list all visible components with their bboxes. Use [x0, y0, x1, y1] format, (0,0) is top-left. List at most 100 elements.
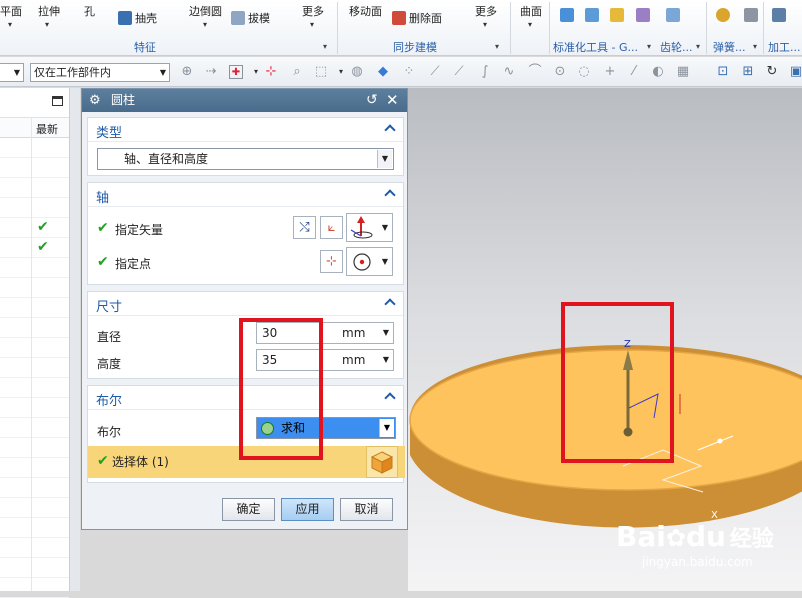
table-row[interactable] — [0, 338, 69, 358]
group-spring-dropdown[interactable]: ▾ — [753, 42, 757, 51]
table-row[interactable] — [0, 178, 69, 198]
arc-icon[interactable]: ⌒ — [528, 65, 542, 79]
pattern-icon[interactable]: ⁘ — [402, 65, 416, 79]
table-row[interactable] — [0, 578, 69, 598]
group-gear-dropdown[interactable]: ▾ — [696, 42, 700, 51]
vector-type-dropdown[interactable]: ▼ — [346, 213, 393, 242]
type-select[interactable]: 轴、直径和高度 ▼ — [97, 148, 394, 170]
hole-button[interactable]: 孔 — [84, 3, 95, 19]
selection-scope-combo-partial[interactable]: ▼ — [0, 63, 24, 82]
group-sync-dropdown[interactable]: ▾ — [495, 42, 499, 51]
slash-icon[interactable]: ⁄ — [627, 65, 641, 79]
face-select-icon[interactable]: ◍ — [350, 65, 364, 79]
table-row[interactable] — [0, 438, 69, 458]
datum-plane-dropdown[interactable]: ▾ — [8, 20, 12, 29]
more-sync-button[interactable]: 更多 — [475, 3, 497, 19]
point-type-dropdown[interactable]: ▼ — [346, 247, 393, 276]
circle-icon[interactable]: ⊙ — [553, 65, 567, 79]
spring-tool-icon[interactable] — [716, 8, 733, 22]
collapse-icon[interactable] — [385, 188, 395, 198]
table-row[interactable] — [0, 478, 69, 498]
table-row[interactable] — [0, 278, 69, 298]
reverse-direction-icon[interactable]: ⤭ — [293, 216, 316, 239]
group-feature-dropdown[interactable]: ▾ — [323, 42, 327, 51]
chevron-down-icon[interactable]: ▼ — [383, 323, 389, 343]
reset-icon[interactable]: ↺ — [366, 89, 378, 112]
gear-icon[interactable]: ⚙ — [89, 89, 101, 112]
extrude-dropdown[interactable]: ▾ — [45, 20, 49, 29]
more-sync-dropdown[interactable]: ▾ — [483, 20, 487, 29]
screenshot-icon[interactable]: ⊞ — [741, 65, 755, 79]
table-row[interactable] — [0, 518, 69, 538]
edge-blend-button[interactable]: 边倒圆 — [189, 3, 222, 19]
table-row[interactable] — [0, 378, 69, 398]
rectangle-select-icon[interactable]: ⬚ — [314, 65, 328, 79]
close-icon[interactable]: ✕ — [386, 89, 399, 112]
ok-button[interactable]: 确定 — [222, 498, 275, 521]
filter-icon[interactable]: ⇢ — [204, 65, 218, 79]
std-tool-icon-2[interactable] — [585, 8, 602, 22]
point-dialog-icon[interactable]: ⊹ — [320, 250, 343, 273]
section-axis-header[interactable]: 轴 — [88, 183, 403, 207]
circle2-icon[interactable]: ◌ — [577, 65, 591, 79]
table-row[interactable] — [0, 258, 69, 278]
plus-icon[interactable]: + — [603, 65, 617, 79]
table-row[interactable]: ✔ — [0, 218, 69, 238]
table-row[interactable] — [0, 358, 69, 378]
collapse-icon[interactable] — [385, 123, 395, 133]
navigator-splitter[interactable] — [70, 88, 80, 591]
spring-tool-icon-2[interactable] — [744, 8, 761, 22]
datum-plane-button[interactable]: 基准平面 — [0, 3, 22, 19]
table-row[interactable] — [0, 318, 69, 338]
pin-icon[interactable]: ⊹ — [264, 65, 278, 79]
gear-tool-icon[interactable] — [666, 8, 683, 22]
shell-button[interactable]: 抽壳 — [118, 10, 157, 26]
group-standard-tools-dropdown[interactable]: ▾ — [647, 42, 651, 51]
column-latest[interactable]: 最新 — [36, 121, 58, 137]
std-tool-icon-1[interactable] — [560, 8, 577, 22]
section-dimensions-header[interactable]: 尺寸 — [88, 292, 403, 316]
refresh-icon[interactable]: ↻ — [765, 65, 779, 79]
collapse-icon[interactable] — [385, 297, 395, 307]
vector-dialog-icon[interactable]: ⟀ — [320, 216, 343, 239]
view-icon[interactable]: ▣ — [789, 65, 802, 79]
select-body-button[interactable] — [366, 446, 398, 478]
more-feature-dropdown[interactable]: ▾ — [310, 20, 314, 29]
curve-icon[interactable]: ∫ — [478, 65, 492, 79]
table-row[interactable] — [0, 298, 69, 318]
more-feature-button[interactable]: 更多 — [302, 3, 324, 19]
table-row[interactable] — [0, 398, 69, 418]
table-row[interactable] — [0, 198, 69, 218]
diameter-unit[interactable]: mm — [342, 323, 365, 343]
table-row[interactable] — [0, 158, 69, 178]
table-row[interactable] — [0, 418, 69, 438]
camera-icon[interactable]: ⊡ — [716, 65, 730, 79]
table-row[interactable] — [0, 458, 69, 478]
std-tool-icon-3[interactable] — [610, 8, 627, 22]
select-box-icon[interactable]: ✚ — [229, 65, 243, 79]
height-unit[interactable]: mm — [342, 350, 365, 370]
surface-dropdown[interactable]: ▾ — [528, 20, 532, 29]
std-tool-icon-4[interactable] — [636, 8, 653, 22]
lasso-icon[interactable]: ⌕ — [290, 65, 304, 79]
extrude-button[interactable]: 拉伸 — [38, 3, 60, 19]
shade-icon[interactable]: ◐ — [651, 65, 665, 79]
table-row[interactable] — [0, 138, 69, 158]
grid-icon[interactable]: ▦ — [676, 65, 690, 79]
dropdown-icon[interactable]: ▾ — [249, 65, 263, 79]
chevron-down-icon[interactable]: ▼ — [383, 350, 389, 370]
table-row[interactable] — [0, 558, 69, 578]
collapse-icon[interactable] — [385, 391, 395, 401]
dropdown-icon[interactable]: ▾ — [334, 65, 348, 79]
apply-button[interactable]: 应用 — [281, 498, 334, 521]
machining-tool-icon[interactable] — [772, 8, 789, 22]
delete-face-button[interactable]: 删除面 — [392, 10, 442, 26]
maximize-icon[interactable] — [52, 96, 63, 106]
section-type-header[interactable]: 类型 — [88, 118, 403, 142]
surface-button[interactable]: 曲面 — [520, 3, 542, 19]
move-face-button[interactable]: 移动面 — [349, 3, 382, 19]
snap-icon[interactable]: ⊕ — [180, 65, 194, 79]
table-row[interactable] — [0, 538, 69, 558]
line2-icon[interactable]: ⟋ — [452, 65, 466, 79]
table-row[interactable] — [0, 498, 69, 518]
